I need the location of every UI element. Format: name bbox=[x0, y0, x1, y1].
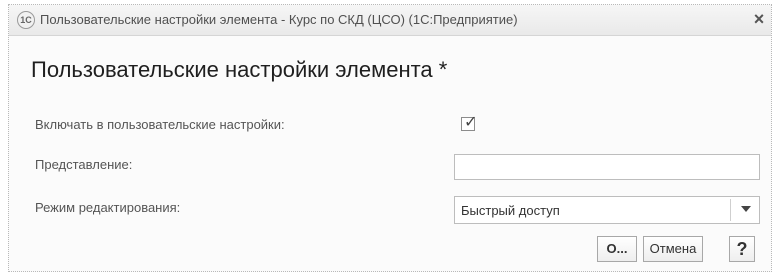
app-icon: 1С bbox=[17, 11, 35, 29]
settings-window: 1С Пользовательские настройки элемента -… bbox=[8, 4, 772, 272]
include-checkbox[interactable]: ✓ bbox=[461, 114, 477, 131]
include-label: Включать в пользовательские настройки: bbox=[35, 117, 285, 132]
select-divider bbox=[730, 199, 731, 221]
edit-mode-select[interactable]: Быстрый доступ bbox=[454, 196, 760, 224]
representation-input[interactable] bbox=[454, 154, 760, 180]
edit-mode-value: Быстрый доступ bbox=[461, 203, 560, 218]
chevron-down-icon[interactable] bbox=[741, 206, 751, 212]
checkmark-icon: ✓ bbox=[464, 114, 478, 131]
cancel-button[interactable]: Отмена bbox=[643, 236, 703, 262]
form-title: Пользовательские настройки элемента * bbox=[31, 57, 448, 82]
help-button[interactable]: ? bbox=[729, 236, 755, 262]
window-title: Пользовательские настройки элемента - Ку… bbox=[40, 12, 518, 27]
representation-label: Представление: bbox=[35, 157, 133, 172]
edit-mode-label: Режим редактирования: bbox=[35, 200, 181, 215]
ok-button[interactable]: О... bbox=[597, 236, 637, 262]
window-titlebar: 1С Пользовательские настройки элемента -… bbox=[9, 5, 771, 36]
close-icon[interactable]: × bbox=[749, 9, 769, 29]
